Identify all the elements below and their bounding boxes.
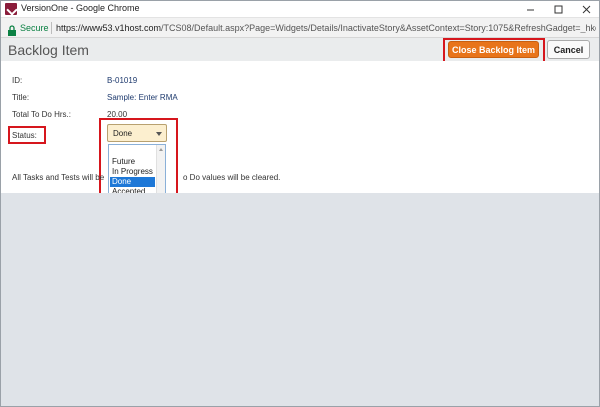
status-option-future[interactable]: Future [110,157,155,167]
status-selected-value: Done [113,129,133,138]
versionone-app-icon [5,3,17,15]
cancel-button[interactable]: Cancel [547,40,590,59]
close-note-start: All Tasks and Tests will be [12,173,105,182]
status-select[interactable]: Done [107,124,167,142]
scroll-up-icon[interactable] [159,148,163,151]
url-host: https://www53.v1host.com [56,23,162,33]
lock-icon [7,23,17,36]
title-value: Sample: Enter RMA [107,93,178,102]
window-controls [516,0,600,18]
close-window-icon[interactable] [572,0,600,18]
address-bar[interactable]: Secure https://www53.v1host.com/TCS08/De… [0,18,600,38]
status-option-done[interactable]: Done [110,177,155,187]
title-label: Title: [12,93,30,102]
id-label: ID: [12,76,23,85]
url-separator [51,22,52,34]
list-scrollbar[interactable] [156,145,165,199]
window-title-bar: VersionOne - Google Chrome [0,0,600,18]
minimize-icon[interactable] [516,0,544,18]
status-label: Status: [12,131,37,140]
secure-label: Secure [20,23,49,33]
window-title: VersionOne - Google Chrome [21,3,140,13]
page-background [0,193,600,407]
todo-hours-label: Total To Do Hrs.: [12,110,71,119]
close-note-end: o Do values will be cleared. [183,173,281,182]
close-backlog-item-button[interactable]: Close Backlog Item [448,41,539,58]
status-option-in-progress[interactable]: In Progress [110,167,155,177]
url-path: /TCS08/Default.aspx?Page=Widgets/Details… [161,23,596,33]
maximize-icon[interactable] [544,0,572,18]
status-options-list[interactable]: Future In Progress Done Accepted [108,144,166,200]
status-option-blank[interactable] [110,147,155,157]
id-value: B-01019 [107,76,138,85]
chevron-down-icon[interactable] [156,132,162,136]
url-text[interactable]: https://www53.v1host.com/TCS08/Default.a… [56,23,596,33]
dialog-title: Backlog Item [8,42,89,58]
